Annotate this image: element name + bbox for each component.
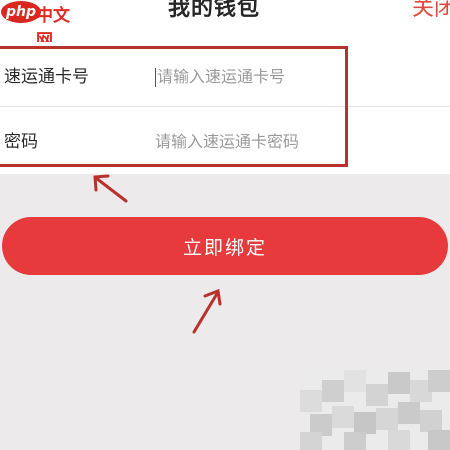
- blurred-mosaic-region: [300, 370, 450, 450]
- arrow-up-right-icon: [192, 288, 222, 334]
- bind-now-button[interactable]: 立即绑定: [2, 217, 448, 275]
- arrow-up-left-icon: [93, 174, 128, 203]
